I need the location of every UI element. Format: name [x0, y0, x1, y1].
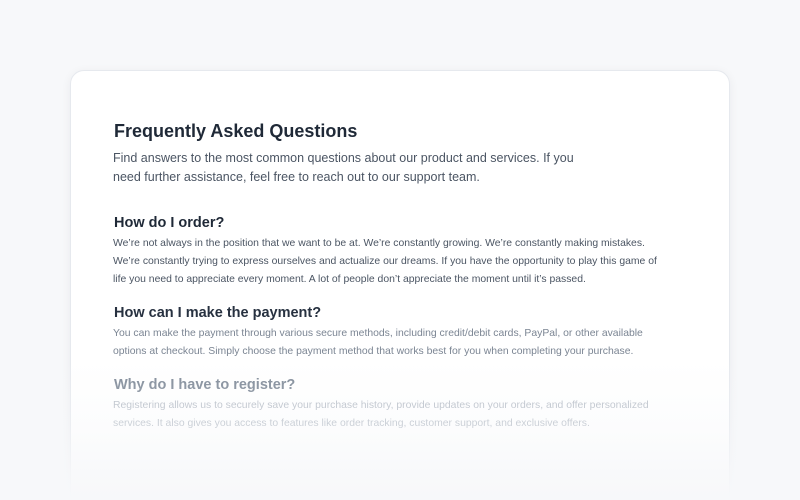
faq-answer: Registering allows us to securely save y… — [113, 400, 649, 429]
faq-question: Why do I have to register? — [114, 377, 296, 393]
page-title: Frequently Asked Questions — [114, 121, 358, 141]
faq-item-payment: How can I make the payment? You can make… — [113, 303, 673, 361]
page: Frequently Asked Questions Find answers … — [0, 0, 800, 500]
faq-answer: We’re not always in the position that we… — [113, 238, 657, 285]
page-description: Find answers to the most common question… — [113, 151, 574, 184]
faq-list: How do I order? We’re not always in the … — [113, 213, 673, 433]
faq-item-order: How do I order? We’re not always in the … — [113, 213, 673, 289]
faq-answer: You can make the payment through various… — [113, 328, 643, 357]
faq-item-register: Why do I have to register? Registering a… — [113, 375, 673, 433]
faq-card: Frequently Asked Questions Find answers … — [70, 70, 730, 500]
faq-question: How do I order? — [114, 215, 225, 231]
faq-question: How can I make the payment? — [114, 305, 322, 321]
faq-content: Frequently Asked Questions Find answers … — [113, 119, 673, 447]
